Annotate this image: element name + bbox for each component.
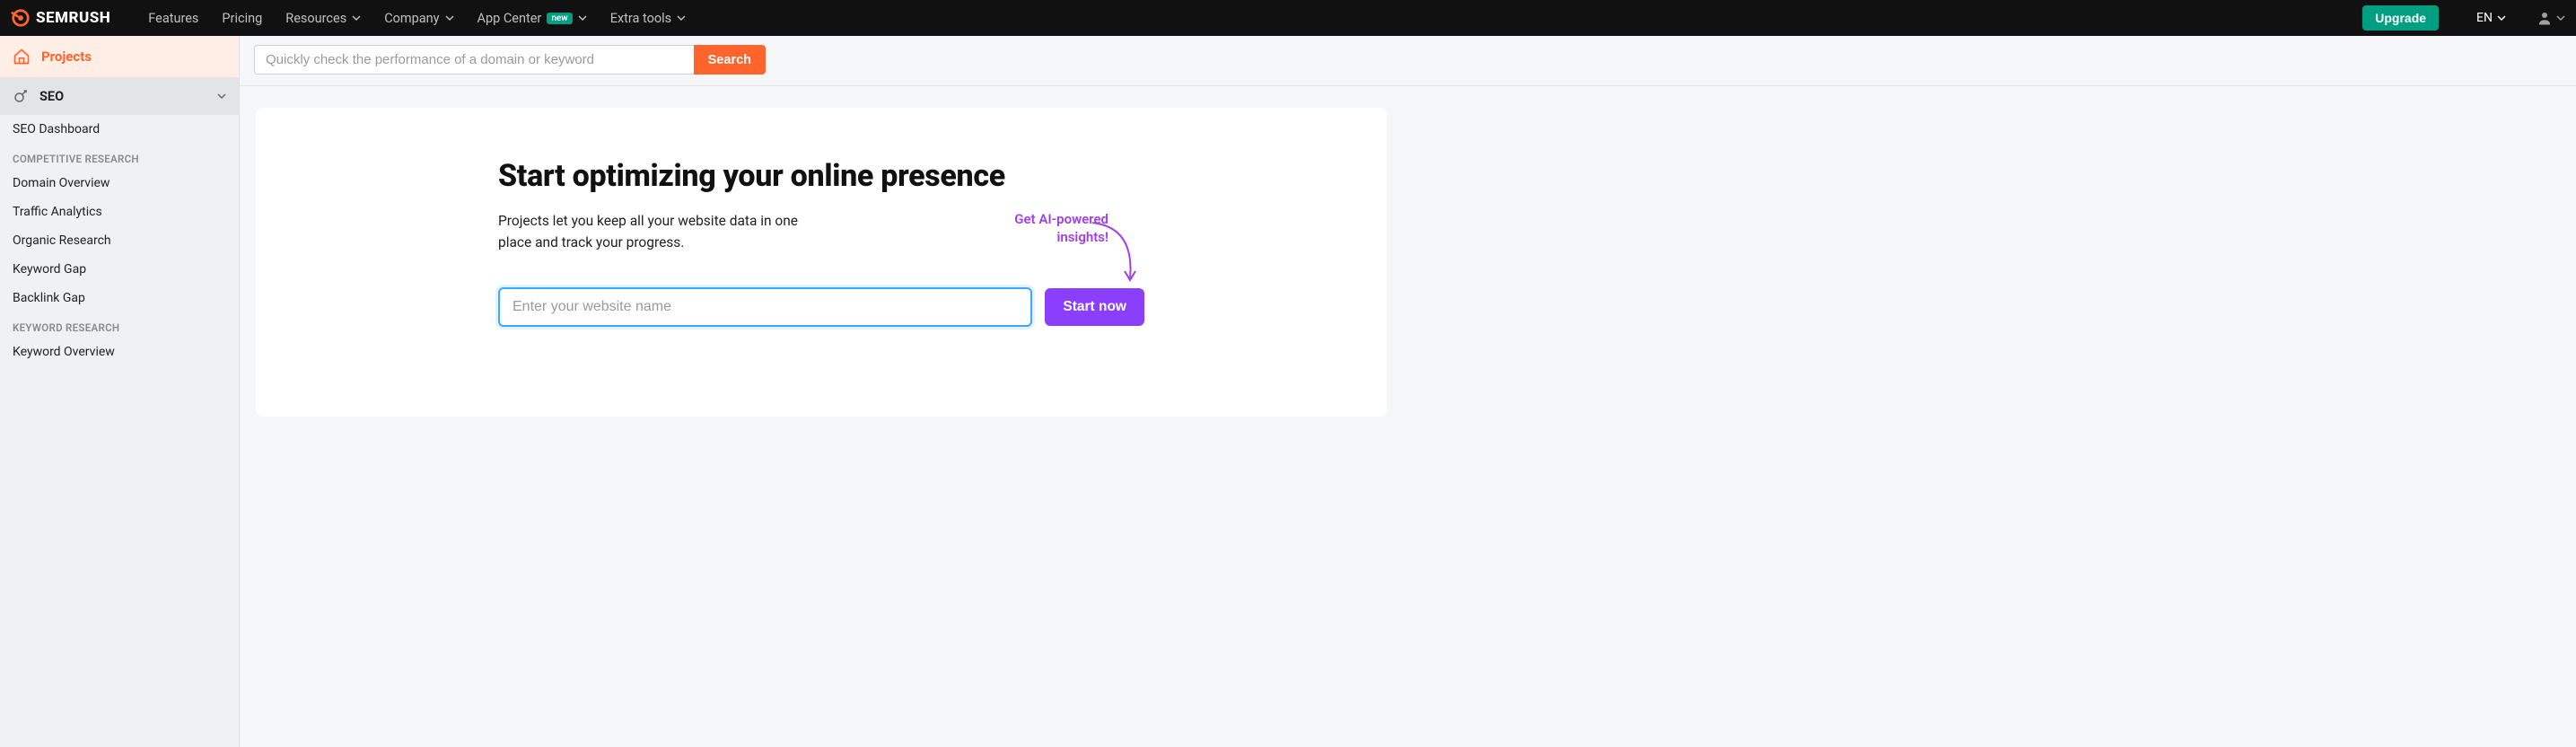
nav-features[interactable]: Features <box>148 11 198 26</box>
nav-appcenter[interactable]: App Center new <box>478 11 587 26</box>
top-nav: SEMRUSH Features Pricing Resources Compa… <box>0 0 2576 36</box>
chevron-down-icon <box>445 13 454 22</box>
new-badge: new <box>547 13 572 24</box>
home-icon <box>13 48 31 66</box>
chevron-down-icon <box>352 13 361 22</box>
brand-logo[interactable]: SEMRUSH <box>11 8 110 28</box>
arrow-icon <box>1083 217 1146 289</box>
chevron-down-icon <box>2556 13 2565 22</box>
nav-company[interactable]: Company <box>384 11 453 26</box>
hero-subtitle: Projects let you keep all your website d… <box>498 210 830 253</box>
nav-extratools[interactable]: Extra tools <box>610 11 686 26</box>
sidebar-domain-overview[interactable]: Domain Overview <box>0 169 239 198</box>
sidebar-seo-dashboard[interactable]: SEO Dashboard <box>0 115 239 144</box>
sidebar-keyword-overview[interactable]: Keyword Overview <box>0 338 239 366</box>
global-search-row: Search <box>240 36 2576 86</box>
chevron-down-icon <box>217 92 226 101</box>
user-icon <box>2537 10 2553 26</box>
nav-links: Features Pricing Resources Company App C… <box>148 11 686 26</box>
global-search-button[interactable]: Search <box>694 45 766 75</box>
language-selector[interactable]: EN <box>2476 11 2506 25</box>
hero-title: Start optimizing your online presence <box>498 158 1144 194</box>
projects-card: Start optimizing your online presence Pr… <box>256 108 1387 417</box>
sidebar-group-keyword: KEYWORD RESEARCH <box>0 312 239 338</box>
semrush-logo-icon <box>11 8 31 28</box>
chevron-down-icon <box>578 13 587 22</box>
upgrade-button[interactable]: Upgrade <box>2362 5 2439 31</box>
sidebar: Projects SEO SEO Dashboard COMPETITIVE R… <box>0 36 240 747</box>
chevron-down-icon <box>2497 13 2506 22</box>
sidebar-keyword-gap[interactable]: Keyword Gap <box>0 255 239 284</box>
sidebar-traffic-analytics[interactable]: Traffic Analytics <box>0 198 239 226</box>
brand-text: SEMRUSH <box>36 9 110 27</box>
start-now-button[interactable]: Start now <box>1045 288 1144 326</box>
global-search-input[interactable] <box>254 45 694 75</box>
sidebar-backlink-gap[interactable]: Backlink Gap <box>0 284 239 312</box>
ai-callout: Get AI-powered insights! <box>884 210 1108 247</box>
sidebar-organic-research[interactable]: Organic Research <box>0 226 239 255</box>
website-input[interactable] <box>498 287 1032 327</box>
nav-pricing[interactable]: Pricing <box>222 11 262 26</box>
sidebar-group-competitive: COMPETITIVE RESEARCH <box>0 144 239 169</box>
target-icon <box>13 88 29 104</box>
sidebar-section-seo[interactable]: SEO <box>0 77 239 115</box>
user-menu[interactable] <box>2537 10 2565 26</box>
main-area: Search Start optimizing your online pres… <box>240 36 2576 747</box>
sidebar-projects[interactable]: Projects <box>0 36 239 77</box>
nav-resources[interactable]: Resources <box>285 11 361 26</box>
chevron-down-icon <box>677 13 686 22</box>
